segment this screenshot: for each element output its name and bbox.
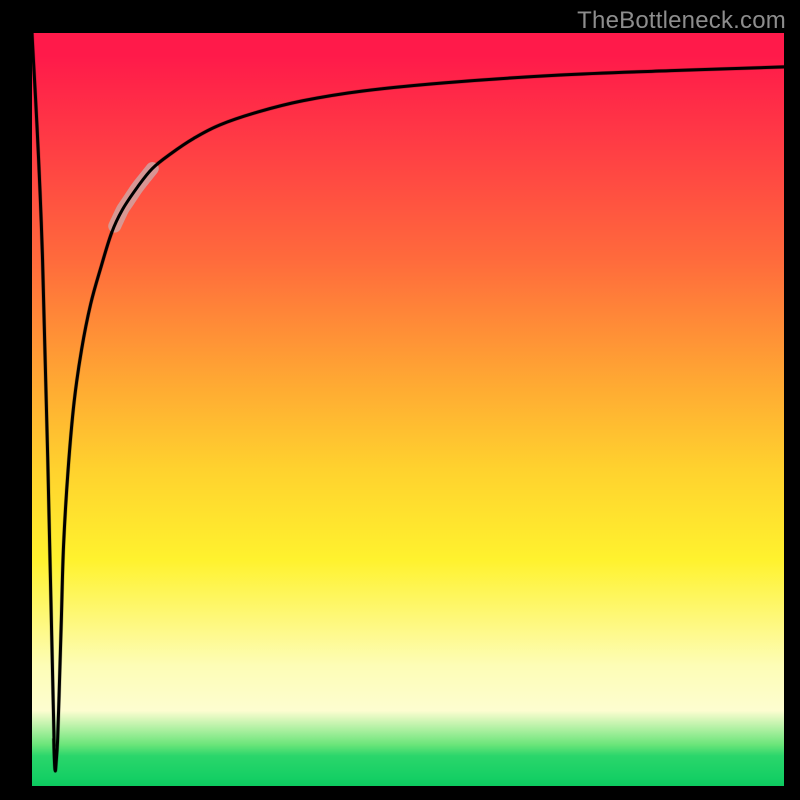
chart-frame: TheBottleneck.com <box>0 0 800 800</box>
curve-svg <box>32 33 784 786</box>
watermark-attribution: TheBottleneck.com <box>577 7 786 35</box>
bottleneck-curve-shadow <box>32 33 784 771</box>
bottleneck-curve <box>32 33 784 771</box>
